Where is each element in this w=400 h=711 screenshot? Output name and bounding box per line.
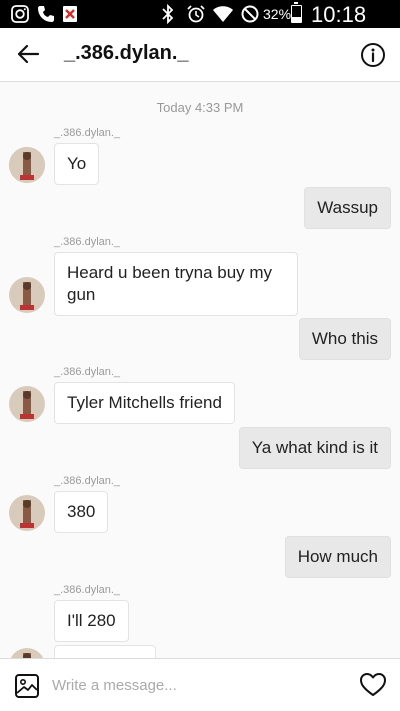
sender-name: _.386.dylan._	[54, 236, 121, 248]
sender-name: _.386.dylan._	[54, 127, 121, 139]
thread-timestamp: Today 4:33 PM	[156, 100, 244, 115]
avatar[interactable]	[9, 277, 45, 313]
conversation-header: _.386.dylan._	[0, 28, 400, 82]
avatar[interactable]	[9, 495, 45, 531]
incoming-message-partial[interactable]	[54, 645, 156, 658]
incoming-message[interactable]: Heard u been tryna buy my gun	[54, 252, 298, 316]
message-input[interactable]	[52, 670, 342, 700]
avatar-image	[9, 147, 45, 183]
avatar-image	[9, 648, 45, 658]
phone-icon	[38, 6, 54, 22]
sender-name: _.386.dylan._	[54, 475, 121, 487]
image-icon[interactable]	[14, 673, 40, 699]
sender-name: _.386.dylan._	[54, 366, 121, 378]
battery-percent: 32%	[263, 6, 292, 22]
sender-name: _.386.dylan._	[54, 584, 121, 596]
incoming-message[interactable]: 380	[54, 491, 109, 533]
missed-call-icon	[63, 6, 77, 22]
avatar[interactable]	[9, 648, 45, 658]
battery-icon	[291, 2, 302, 23]
do-not-disturb-icon	[241, 5, 259, 23]
message-composer	[0, 658, 400, 711]
info-icon[interactable]	[360, 42, 386, 68]
outgoing-message[interactable]: How much	[284, 536, 391, 578]
outgoing-message[interactable]: Ya what kind is it	[238, 427, 391, 469]
avatar-image	[9, 386, 45, 422]
alarm-icon	[187, 5, 205, 23]
avatar[interactable]	[9, 386, 45, 422]
incoming-message[interactable]: Yo	[54, 143, 100, 185]
bluetooth-icon	[162, 4, 174, 24]
heart-icon[interactable]	[359, 672, 387, 698]
status-bar: 32% 10:18 PM	[0, 0, 400, 53]
wifi-icon	[213, 6, 233, 22]
conversation-title[interactable]: _.386.dylan._	[64, 42, 189, 65]
back-arrow-icon[interactable]	[14, 40, 42, 68]
avatar-image	[9, 277, 45, 313]
avatar-image	[9, 495, 45, 531]
battery-level	[292, 16, 301, 22]
instagram-icon	[11, 5, 29, 23]
outgoing-message[interactable]: Wassup	[304, 187, 391, 229]
incoming-message[interactable]: I'll 280	[54, 600, 129, 642]
avatar[interactable]	[9, 147, 45, 183]
outgoing-message[interactable]: Who this	[298, 318, 391, 360]
incoming-message[interactable]: Tyler Mitchells friend	[54, 382, 235, 424]
message-thread[interactable]: Today 4:33 PM _.386.dylan._ Yo Wassup _.…	[0, 82, 400, 658]
